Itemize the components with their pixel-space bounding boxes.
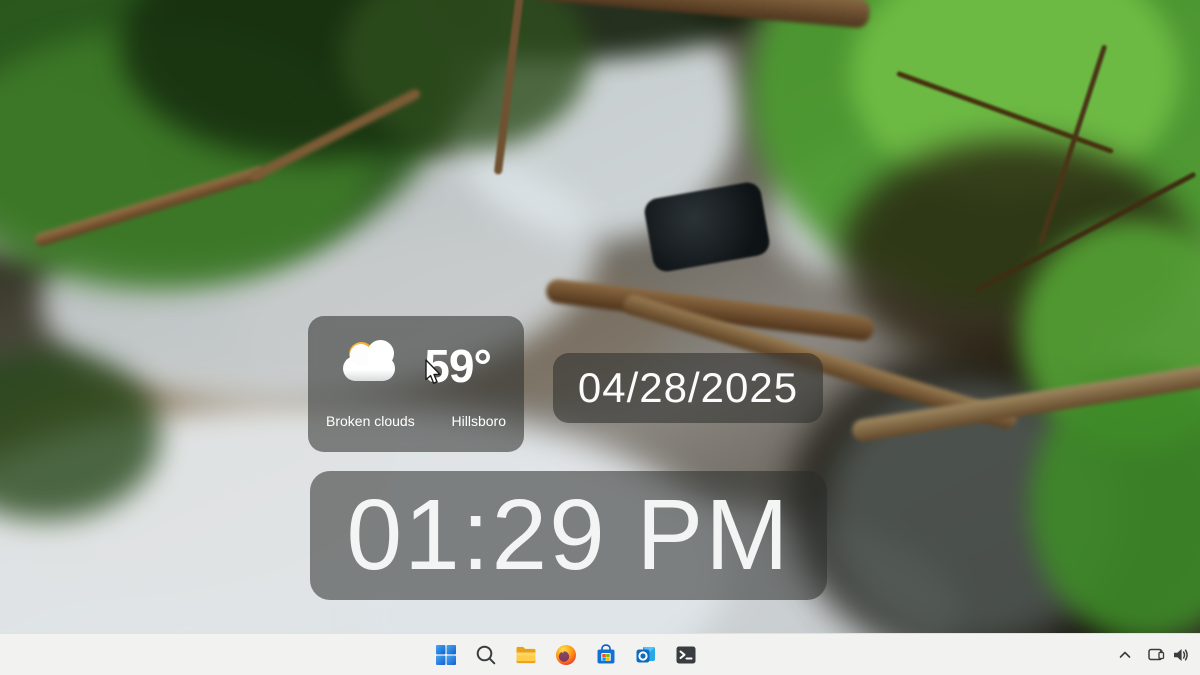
outlook-icon [636,646,655,662]
terminal-icon [676,646,695,663]
microsoft-store-button[interactable] [587,636,624,673]
desktop: 59° Broken clouds Hillsboro 04/28/2025 0… [0,0,1200,675]
weather-location: Hillsboro [451,412,506,429]
clock-widget[interactable]: 01:29 PM [310,471,827,600]
weather-top-row: 59° [314,339,518,393]
search-button[interactable] [467,636,504,673]
sun-behind-cloud-icon [341,340,397,390]
mouse-cursor [425,359,441,384]
date-widget[interactable]: 04/28/2025 [553,353,823,423]
volume-icon [1173,648,1188,661]
start-button[interactable] [427,636,464,673]
microsoft-store-icon [597,643,614,663]
firefox-button[interactable] [547,636,584,673]
weather-condition: Broken clouds [326,412,415,429]
chevron-up-icon [1119,651,1131,658]
date-text: 04/28/2025 [577,364,799,411]
network-icon [1147,648,1164,660]
file-explorer-button[interactable] [507,636,544,673]
terminal-button[interactable] [667,636,704,673]
file-explorer-folder-icon [516,646,535,663]
show-hidden-icons-button[interactable] [1111,636,1139,673]
taskbar-system-tray [1111,636,1197,673]
outlook-button[interactable] [627,636,664,673]
windows-start-icon [435,644,456,665]
cloud-icon [343,340,396,382]
taskbar-center-icons [427,636,704,673]
taskbar [0,633,1200,675]
search-icon [476,645,495,664]
weather-widget[interactable]: 59° Broken clouds Hillsboro [308,316,524,452]
time-text: 01:29 PM [346,479,791,591]
firefox-icon [555,644,576,665]
weather-bottom-row: Broken clouds Hillsboro [314,413,518,429]
network-volume-button[interactable] [1139,636,1197,673]
